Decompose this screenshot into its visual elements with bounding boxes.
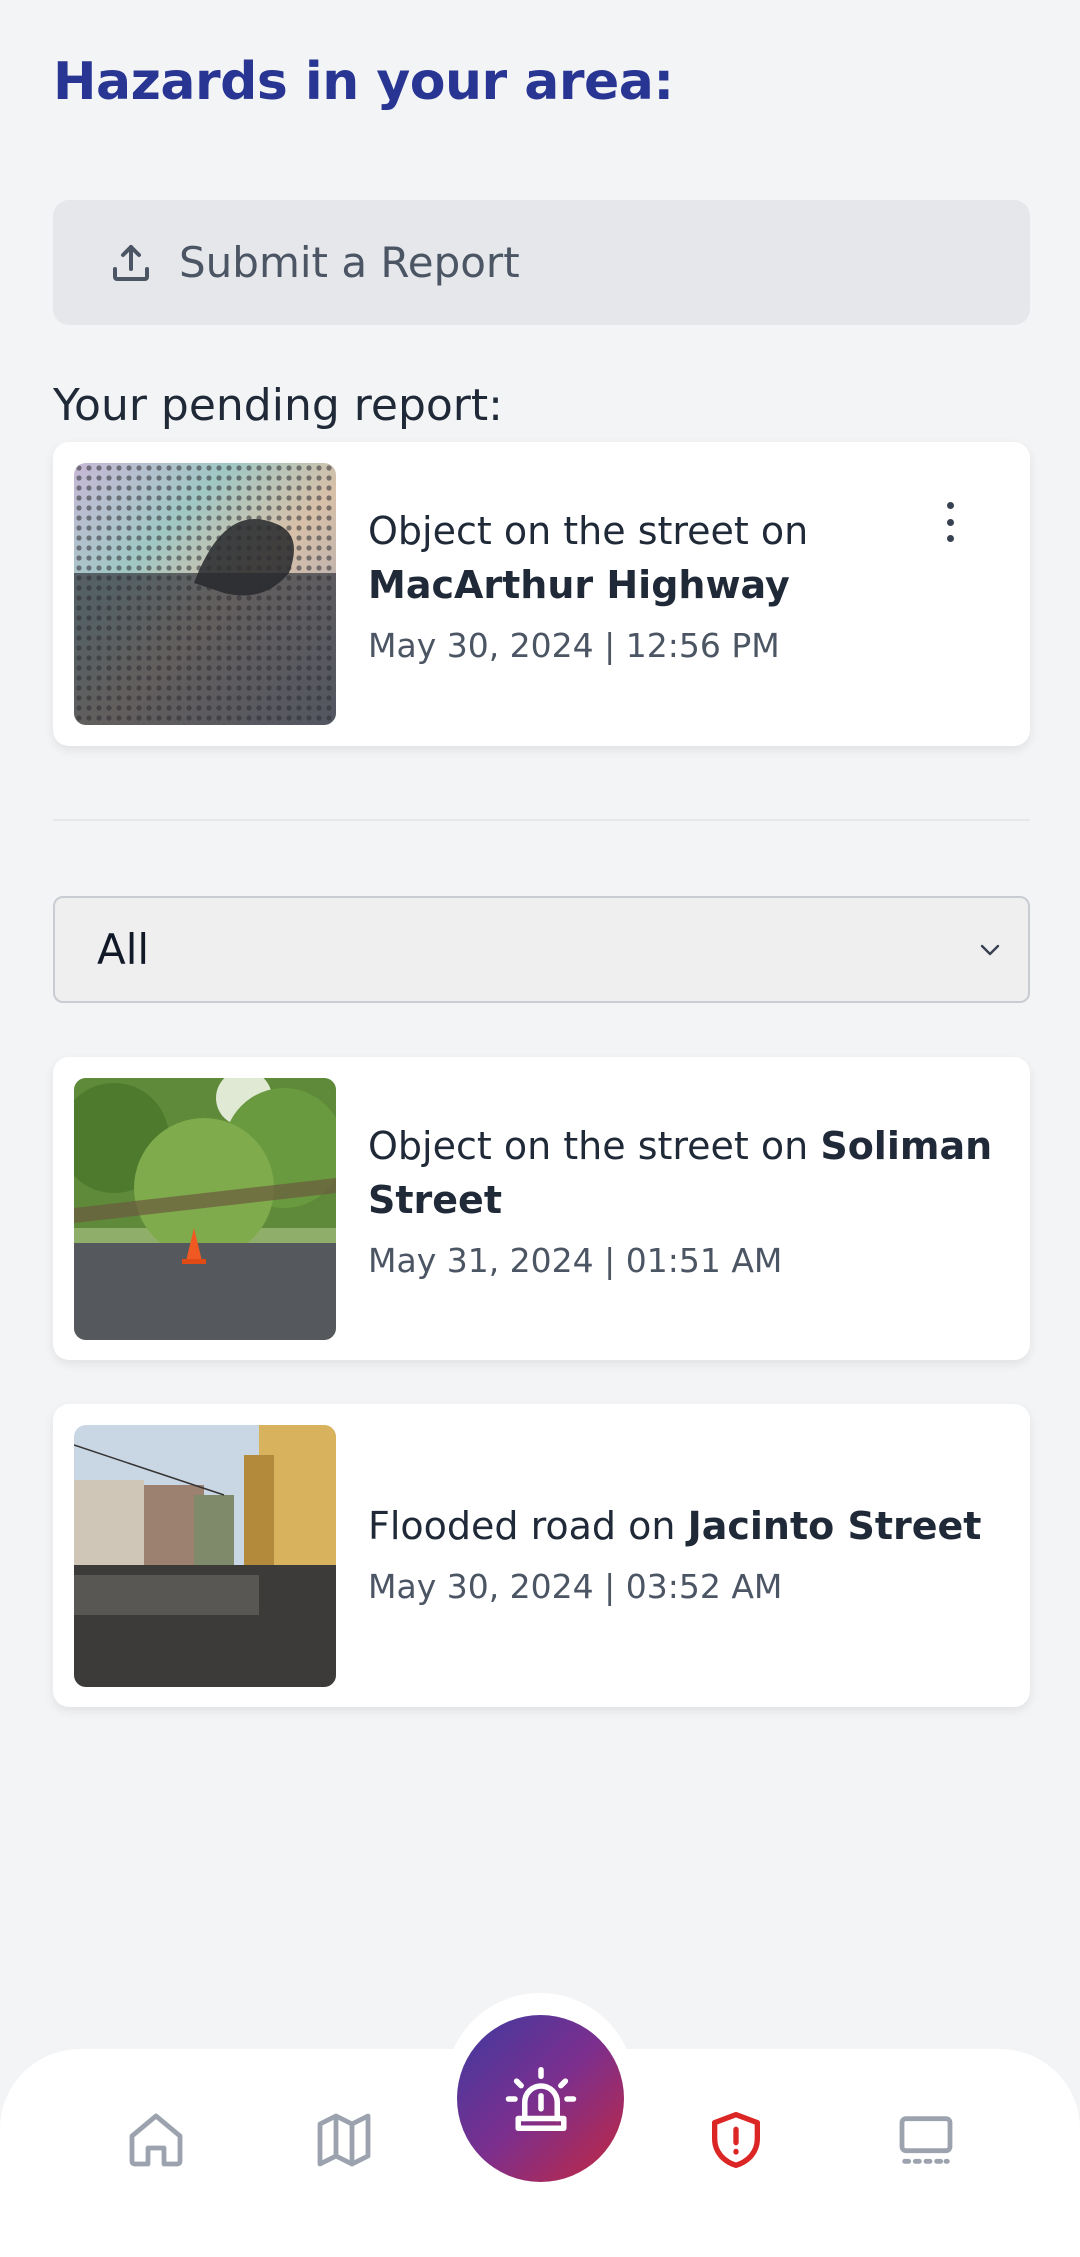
report-photo: [74, 1078, 336, 1340]
alarm-icon: [505, 2066, 576, 2131]
report-title: Flooded road on Jacinto Street: [368, 1504, 982, 1548]
report-title: Object on the street on MacArthur Highwa…: [368, 509, 809, 607]
nav-devices[interactable]: [894, 2108, 958, 2172]
hazard-filter-select[interactable]: All: [53, 896, 1030, 1003]
nav-map[interactable]: [312, 2108, 376, 2172]
nav-hazards[interactable]: [704, 2108, 768, 2172]
report-text: Object on the street on Soliman Street M…: [368, 1119, 1000, 1280]
emergency-alert-button[interactable]: [457, 2015, 624, 2182]
nav-home[interactable]: [124, 2108, 188, 2172]
report-street: MacArthur Highway: [368, 563, 790, 607]
map-icon: [317, 2113, 371, 2167]
report-street: Jacinto Street: [687, 1504, 982, 1548]
report-text: Flooded road on Jacinto Street May 30, 2…: [368, 1499, 1000, 1606]
shield-alert-icon: [712, 2112, 760, 2168]
report-card[interactable]: Object on the street on Soliman Street M…: [53, 1057, 1030, 1360]
report-photo: [74, 1425, 336, 1687]
report-date: May 31, 2024 | 01:51 AM: [368, 1241, 783, 1280]
pending-section-label: Your pending report:: [53, 380, 503, 431]
page-title: Hazards in your area:: [53, 52, 674, 112]
report-title: Object on the street on Soliman Street: [368, 1124, 993, 1222]
filter-value: All: [97, 925, 150, 974]
submit-report-button[interactable]: Submit a Report: [53, 200, 1030, 325]
submit-report-label: Submit a Report: [179, 238, 520, 287]
report-card[interactable]: Flooded road on Jacinto Street May 30, 2…: [53, 1404, 1030, 1707]
pending-report-card[interactable]: Object on the street on MacArthur Highwa…: [53, 442, 1030, 746]
section-divider: [53, 819, 1030, 821]
monitor-icon: [899, 2116, 953, 2164]
home-icon: [129, 2113, 183, 2167]
chevron-down-icon: [980, 944, 1000, 955]
more-options-icon[interactable]: [944, 502, 956, 542]
hazards-screen: Hazards in your area: Submit a Report Yo…: [0, 0, 1080, 2257]
report-date: May 30, 2024 | 12:56 PM: [368, 626, 780, 665]
upload-icon: [113, 244, 149, 281]
report-photo: [74, 463, 336, 725]
report-date: May 30, 2024 | 03:52 AM: [368, 1567, 783, 1606]
report-text: Object on the street on MacArthur Highwa…: [368, 504, 1000, 665]
